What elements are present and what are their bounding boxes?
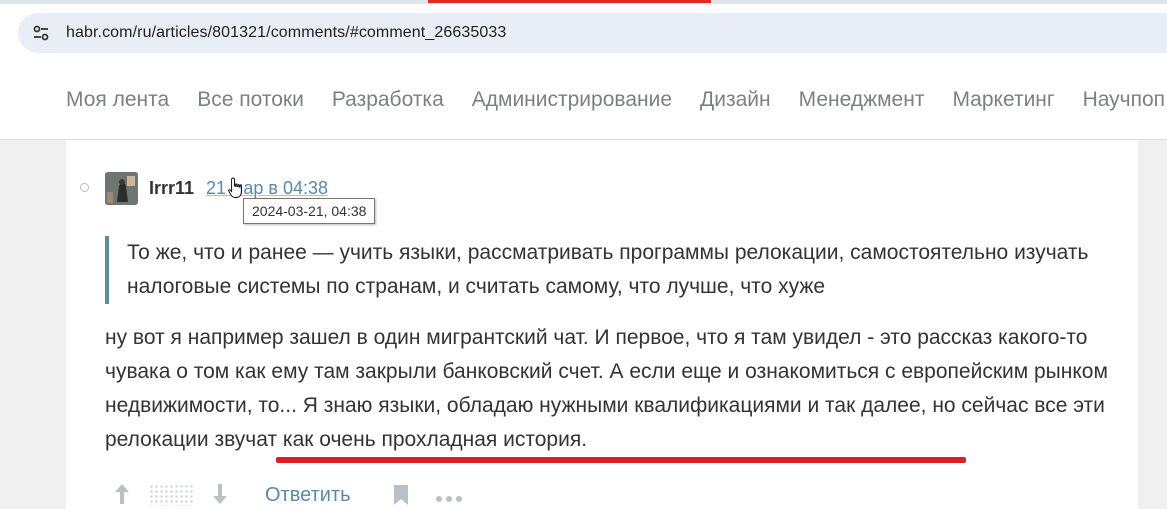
nav-items: Моя лента Все потоки Разработка Администрир… (66, 88, 1167, 112)
more-dots-icon[interactable] (435, 490, 463, 508)
nav-item[interactable]: Разработка (332, 88, 444, 112)
reply-button[interactable]: Ответить (265, 484, 351, 507)
hub-navigation: Моя лента Все потоки Разработка Администрир… (0, 62, 1167, 140)
bookmark-icon[interactable] (393, 484, 409, 509)
timestamp-tooltip: 2024-03-21, 04:38 (243, 198, 376, 224)
nav-item[interactable]: Дизайн (700, 88, 771, 112)
nav-item[interactable]: Маркетинг (952, 88, 1054, 112)
comment-body: ну вот я например зашел в один мигрантск… (105, 326, 1108, 451)
browser-toolbar: habr.com/ru/articles/801321/comments/#co… (0, 4, 1167, 62)
vote-up-icon[interactable] (113, 482, 131, 509)
comment-author[interactable]: Irrr11 (149, 178, 194, 199)
url-text[interactable]: habr.com/ru/articles/801321/comments/#co… (66, 24, 506, 42)
nav-item[interactable]: Моя лента (66, 88, 169, 112)
comment-thread-dot (80, 183, 89, 192)
red-highlight-underline (276, 457, 966, 463)
nav-item[interactable]: Все потоки (197, 88, 304, 112)
vote-score-hidden (149, 484, 193, 506)
comment-time-link[interactable]: 21 мар в 04:38 (206, 178, 328, 199)
nav-item[interactable]: Менеджмент (799, 88, 925, 112)
progress-red-segment (428, 0, 711, 3)
vote-down-icon[interactable] (211, 482, 229, 509)
avatar[interactable] (105, 172, 138, 205)
comment-actions: Ответить (105, 478, 605, 509)
comment-quote: То же, что и ранее — учить языки, рассма… (105, 236, 1115, 304)
nav-item[interactable]: Научпоп (1083, 88, 1165, 112)
hand-cursor-icon (228, 177, 244, 204)
tune-icon[interactable] (28, 20, 54, 46)
nav-item[interactable]: Администрирование (472, 88, 672, 112)
address-bar[interactable]: habr.com/ru/articles/801321/comments/#co… (18, 13, 1167, 53)
